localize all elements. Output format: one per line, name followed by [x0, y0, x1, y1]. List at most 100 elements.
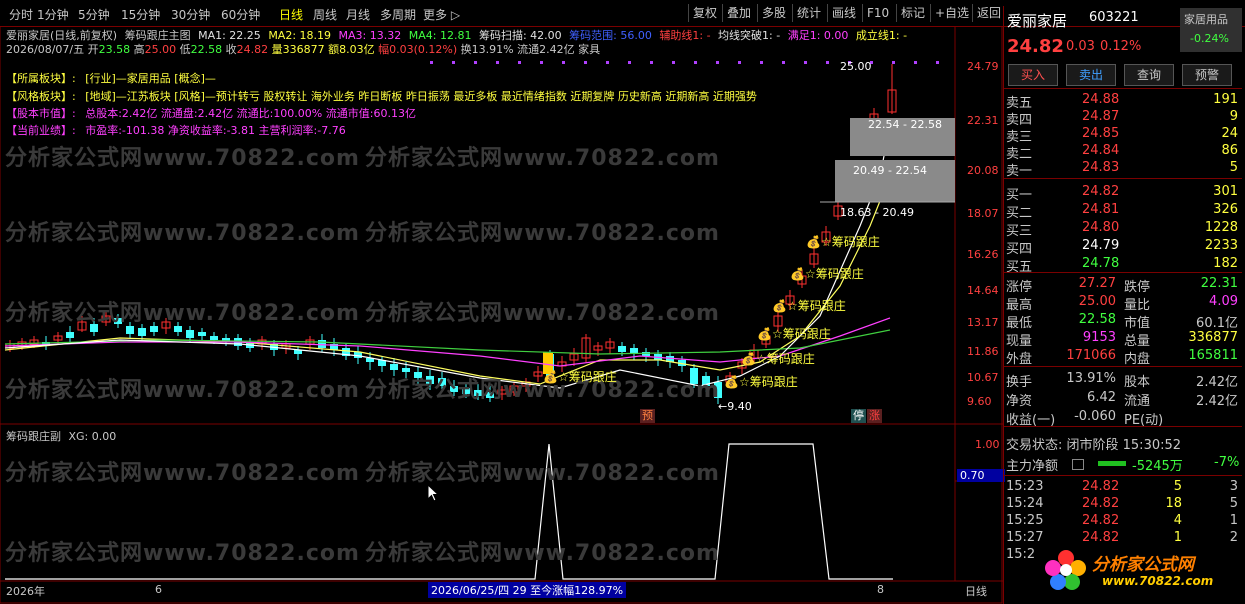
ask-volume: 191: [1213, 92, 1238, 107]
bid-price: 24.78: [1082, 256, 1120, 271]
period-tab-multi[interactable]: 多周期: [380, 6, 416, 23]
stat-label: 总量: [1124, 334, 1151, 349]
bid-label: 买二: [1006, 206, 1033, 221]
mark-button[interactable]: 标记: [896, 4, 929, 22]
stats-button[interactable]: 统计: [792, 4, 825, 22]
dotted-mark: [738, 61, 741, 64]
high-label: 高: [133, 43, 145, 56]
period-tab-30min[interactable]: 30分钟: [171, 6, 210, 23]
price-axis-label: 13.17: [967, 316, 999, 329]
tick-count: 2: [1229, 530, 1238, 545]
dotted-mark: [584, 61, 587, 64]
tick-price: 24.82: [1082, 479, 1120, 494]
watermark: 分析家公式网www.70822.com: [5, 146, 360, 171]
bid-label: 买一: [1006, 188, 1033, 203]
period-tab-60min[interactable]: 60分钟: [221, 6, 260, 23]
stat-value: 9153: [1082, 330, 1116, 345]
bid-row: 买三 24.80 1228: [1004, 220, 1242, 239]
stat-label: 跌停: [1124, 280, 1151, 295]
chip-tag: 💰☆筹码跟庄: [772, 299, 846, 313]
quote-panel: 爱丽家居 603221 家居用品 -0.24% 24.82 0.03 0.12%…: [1003, 6, 1245, 604]
ask-price: 24.87: [1082, 109, 1120, 124]
stat-value: 165811: [1188, 348, 1238, 363]
flower-logo-icon: [1045, 550, 1086, 590]
ma-break-value: 均线突破1: -: [718, 29, 781, 42]
low-value: 22.58: [190, 43, 223, 56]
dotted-mark: [804, 61, 807, 64]
ting-marker: 停: [851, 409, 866, 423]
list-icon[interactable]: [1072, 459, 1084, 470]
stat-label: 换手: [1006, 375, 1033, 390]
bid-row: 买五 24.78 182: [1004, 256, 1242, 275]
period-tab-1min[interactable]: 1分钟: [37, 6, 69, 23]
dotted-mark: [518, 61, 521, 64]
sector-value: [行业]—家居用品 [概念]—: [85, 72, 216, 85]
watermark: 分析家公式网www.70822.com: [5, 541, 360, 566]
mouse-cursor-icon: [427, 484, 439, 502]
candle-body: [318, 340, 326, 348]
price-row: 24.82 0.03 0.12%: [1004, 36, 1242, 60]
watermark: 分析家公式网www.70822.com: [5, 378, 360, 403]
sub-chart-title[interactable]: 筹码跟庄副: [6, 430, 61, 443]
overlay-button[interactable]: 叠加: [722, 4, 755, 22]
stat-value: 22.31: [1200, 276, 1238, 291]
chip-tag: 💰☆筹码跟庄: [741, 352, 815, 366]
sell-button[interactable]: 卖出: [1066, 64, 1116, 86]
stat-value: 27.27: [1078, 276, 1116, 291]
style-label: 【风格板块】:: [6, 90, 76, 103]
dotted-mark: [892, 61, 895, 64]
stat-label: 市值: [1124, 316, 1151, 331]
period-tab-fenshi[interactable]: 分时: [9, 6, 33, 23]
amplitude-value: 幅0.03(0.12%): [378, 43, 458, 56]
stat-label: 内盘: [1124, 352, 1151, 367]
stat-row: 最高 25.00 量比 4.09: [1004, 294, 1242, 313]
period-tab-daily[interactable]: 日线: [279, 6, 303, 23]
tick-row: 15:23 24.82 5 3: [1004, 479, 1242, 496]
dotted-mark: [694, 61, 697, 64]
price-axis-label: 20.08: [967, 164, 999, 177]
multi-stock-button[interactable]: 多股: [757, 4, 790, 22]
stat-row: 最低 22.58 市值 60.1亿: [1004, 312, 1242, 331]
period-tab-weekly[interactable]: 周线: [313, 6, 337, 23]
price-axis-label: 18.07: [967, 207, 999, 220]
f10-button[interactable]: F10: [862, 4, 893, 22]
chip-zones: [430, 61, 955, 203]
close-label: 收: [225, 43, 237, 56]
dotted-mark: [496, 61, 499, 64]
candle-body: [186, 330, 194, 338]
bid-label: 买三: [1006, 224, 1033, 239]
back-button[interactable]: 返回: [972, 4, 1005, 22]
period-tab-more[interactable]: 更多 ▷: [423, 6, 460, 23]
watermark: 分析家公式网www.70822.com: [365, 461, 720, 486]
query-button[interactable]: 查询: [1124, 64, 1174, 86]
stat2-row: 收益(一) -0.060 PE(动): [1004, 409, 1242, 428]
period-tab-15min[interactable]: 15分钟: [121, 6, 160, 23]
period-label-button[interactable]: 日线: [965, 583, 987, 599]
high-value: 25.00: [144, 43, 177, 56]
perf-row: 【当前业绩】: 市盈率:-101.38 净资收益率:-3.81 主营利润率:-7…: [6, 122, 346, 138]
tick-time: 15:25: [1006, 513, 1044, 528]
tick-time: 15:23: [1006, 479, 1044, 494]
tick-time: 15:24: [1006, 496, 1044, 511]
adjust-button[interactable]: 复权: [688, 4, 721, 22]
dotted-mark: [716, 61, 719, 64]
add-watchlist-button[interactable]: +自选: [930, 4, 973, 22]
watermark: 分析家公式网www.70822.com: [365, 146, 720, 171]
period-tab-5min[interactable]: 5分钟: [78, 6, 110, 23]
equity-row: 【股本市值】: 总股本:2.42亿 流通盘:2.42亿 流通比:100.00% …: [6, 105, 416, 121]
stat-value: 336877: [1188, 330, 1238, 345]
tick-volume: 1: [1173, 530, 1182, 545]
ask-row: 卖四 24.87 9: [1004, 109, 1242, 128]
price-axis-label: 16.26: [967, 248, 999, 261]
draw-line-button[interactable]: 画线: [827, 4, 860, 22]
period-tab-monthly[interactable]: 月线: [346, 6, 370, 23]
dotted-mark: [650, 61, 653, 64]
buy-button[interactable]: 买入: [1008, 64, 1058, 86]
dotted-mark: [628, 61, 631, 64]
alert-button[interactable]: 预警: [1182, 64, 1232, 86]
watermark: 分析家公式网www.70822.com: [365, 541, 720, 566]
price-change: 0.03: [1066, 39, 1095, 54]
stat-label: 净资: [1006, 394, 1033, 409]
tick-count: 3: [1229, 479, 1238, 494]
watermark: 分析家公式网www.70822.com: [5, 221, 360, 246]
